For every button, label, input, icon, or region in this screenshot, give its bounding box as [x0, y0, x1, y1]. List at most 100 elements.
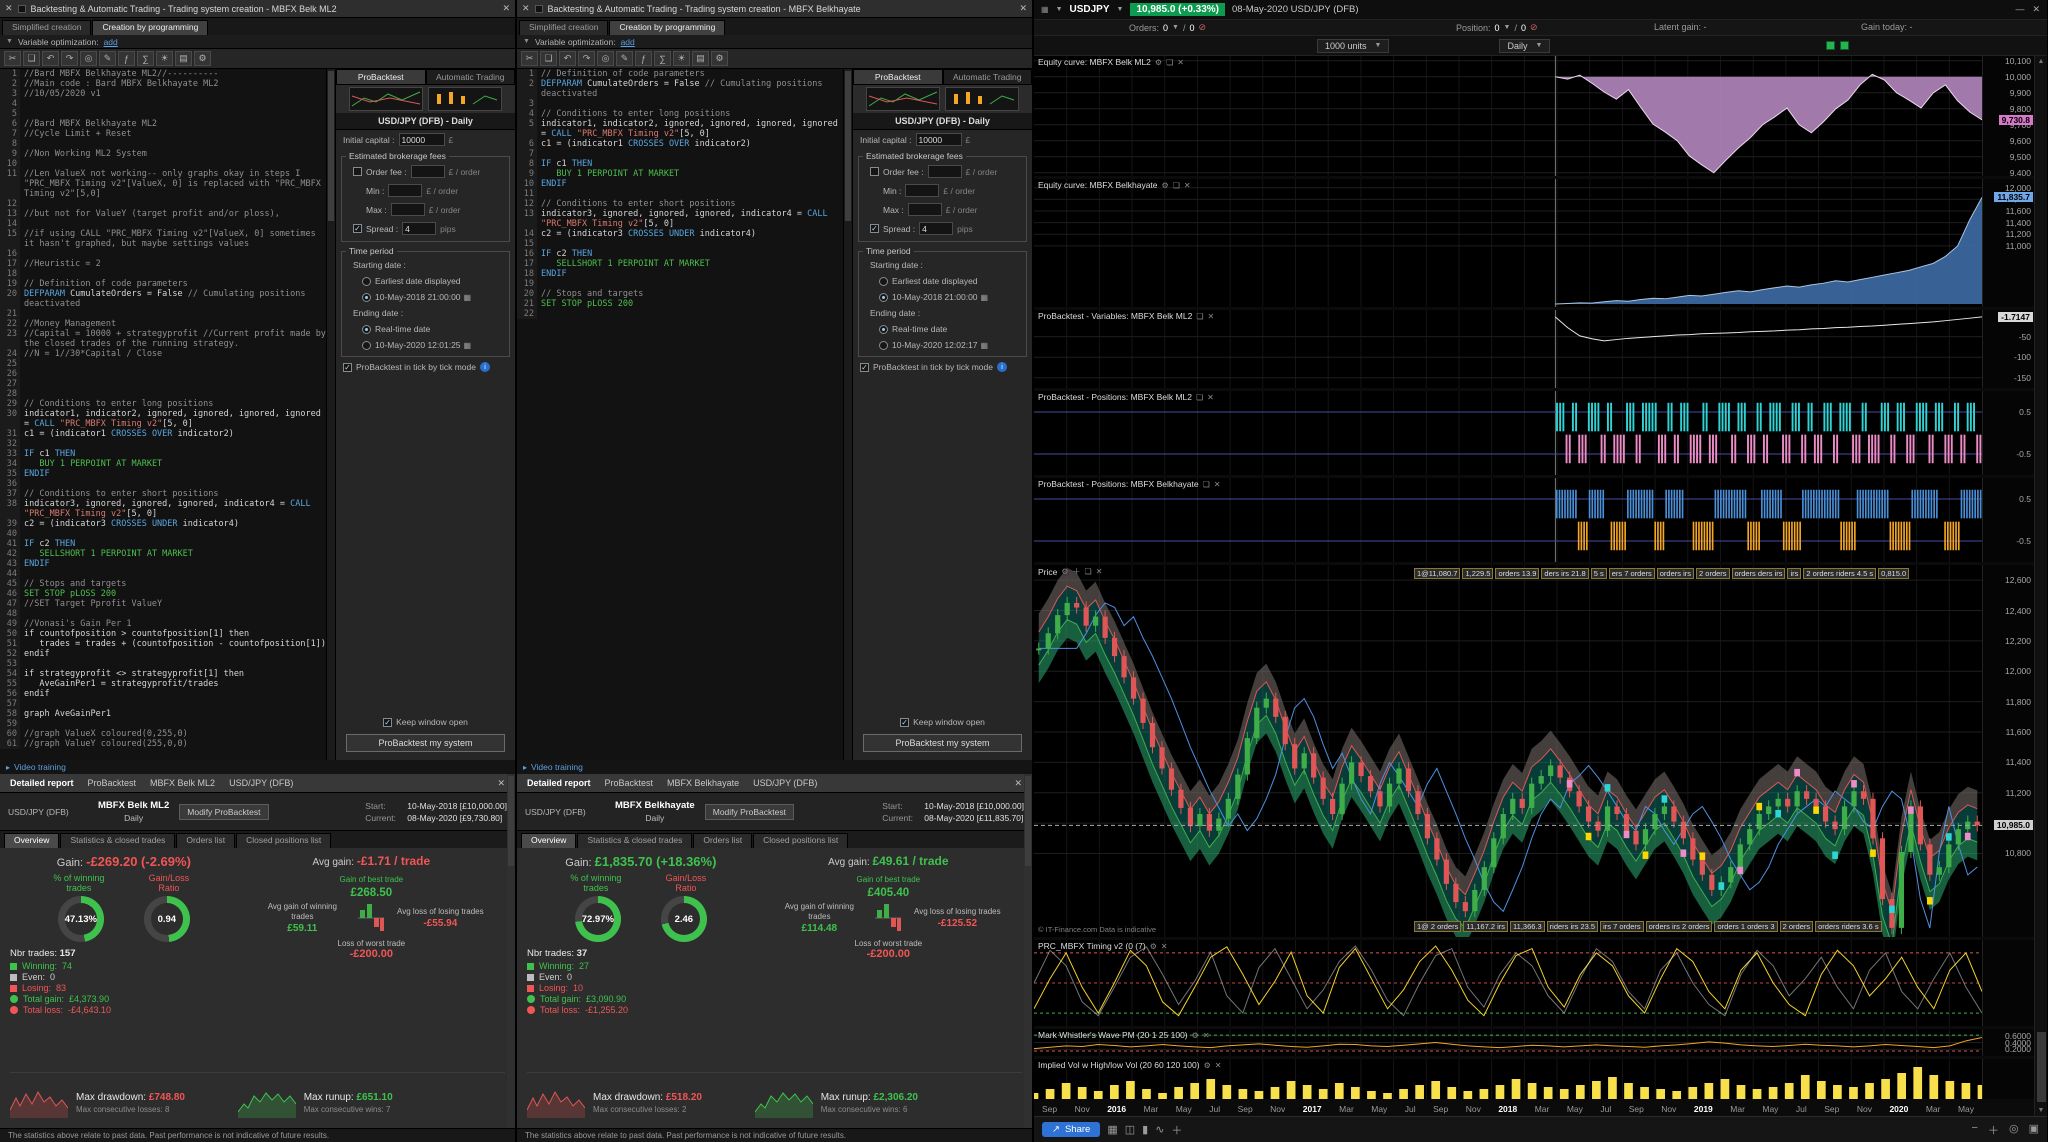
- close-icon[interactable]: ✕: [1096, 567, 1103, 576]
- order-annotation-chip[interactable]: riders irs 23.5: [1547, 921, 1598, 932]
- tab-closed-positions[interactable]: Closed positions list: [753, 833, 848, 848]
- units-select[interactable]: 1000 units▼: [1317, 39, 1389, 53]
- scroll-up-icon[interactable]: ▲: [2035, 58, 2047, 65]
- popup-icon[interactable]: ❏: [1196, 393, 1203, 402]
- editor-scrollbar[interactable]: [326, 69, 335, 760]
- variables-plot[interactable]: [1034, 310, 1982, 388]
- close-icon[interactable]: ✕: [1214, 480, 1221, 489]
- settings-icon[interactable]: ⚙: [1162, 181, 1169, 190]
- tick-mode-checkbox[interactable]: ✓: [343, 363, 352, 372]
- calendar-icon[interactable]: ▦: [464, 341, 472, 350]
- print-icon[interactable]: ▤: [692, 51, 709, 66]
- close-icon[interactable]: ✕: [522, 3, 530, 14]
- order-annotation-chip[interactable]: ders irs 21.8: [1541, 568, 1588, 579]
- popup-icon[interactable]: ❏: [1166, 58, 1173, 67]
- order-fee-input[interactable]: [411, 165, 445, 178]
- order-annotation-chip[interactable]: 2 orders: [1780, 921, 1814, 932]
- magnifier-icon[interactable]: ◎: [2009, 1122, 2019, 1138]
- chevron-down-icon[interactable]: ▼: [6, 38, 13, 45]
- initial-capital-input[interactable]: [399, 133, 445, 146]
- close-icon[interactable]: ✕: [1014, 778, 1022, 789]
- editor-scrollbar[interactable]: [843, 69, 852, 760]
- function-icon[interactable]: ƒ: [635, 51, 652, 66]
- redo-icon[interactable]: ↷: [61, 51, 78, 66]
- settings-icon[interactable]: ⚙: [194, 51, 211, 66]
- share-button[interactable]: ↗Share: [1042, 1122, 1100, 1137]
- price-axis[interactable]: 10,10010,0009,9009,8009,7009,6009,5009,4…: [1982, 56, 2034, 176]
- period-select[interactable]: Daily▼: [1499, 39, 1550, 53]
- cut-icon[interactable]: ✂: [4, 51, 21, 66]
- tab-probacktest[interactable]: ProBacktest: [853, 69, 943, 85]
- tab-statistics[interactable]: Statistics & closed trades: [60, 833, 175, 848]
- tab-automatic-trading[interactable]: Automatic Trading: [943, 69, 1033, 85]
- tab-overview[interactable]: Overview: [4, 833, 59, 848]
- edit-icon[interactable]: ✎: [616, 51, 633, 66]
- lightbulb-icon[interactable]: ☀: [156, 51, 173, 66]
- end-date-value[interactable]: 10-May-2020 12:02:17: [892, 340, 978, 350]
- time-axis[interactable]: SepNov2016MarMayJulSepNov2017MarMayJulSe…: [1034, 1102, 1982, 1116]
- min-fee-input[interactable]: [905, 184, 939, 197]
- spread-input[interactable]: [402, 222, 436, 235]
- order-annotation-chip[interactable]: 1,229.5: [1462, 568, 1493, 579]
- search-icon[interactable]: ◎: [80, 51, 97, 66]
- close-icon[interactable]: ✕: [1177, 58, 1184, 67]
- print-icon[interactable]: ▤: [175, 51, 192, 66]
- video-training-link[interactable]: Video training: [531, 762, 583, 772]
- calendar-icon[interactable]: ▦: [981, 293, 989, 302]
- video-training-link[interactable]: Video training: [14, 762, 66, 772]
- edit-icon[interactable]: ✎: [99, 51, 116, 66]
- report-scrollbar[interactable]: [1024, 774, 1032, 1128]
- keep-window-checkbox[interactable]: ✓: [383, 718, 392, 727]
- settings-icon[interactable]: ⚙: [1150, 942, 1157, 951]
- order-annotation-chip[interactable]: 1@11,080.7: [1414, 568, 1460, 579]
- keep-window-checkbox[interactable]: ✓: [900, 718, 909, 727]
- order-annotation-chip[interactable]: irs 7 orders: [1600, 921, 1644, 932]
- crosshair-icon[interactable]: ＋: [1171, 1122, 1182, 1138]
- max-fee-input[interactable]: [908, 203, 942, 216]
- price-axis[interactable]: 12,60012,40012,20012,00011,80011,60011,4…: [1982, 565, 2034, 937]
- scroll-down-icon[interactable]: ▼: [2035, 1107, 2047, 1114]
- start-date-value[interactable]: 10-May-2018 21:00:00: [375, 292, 461, 302]
- sum-icon[interactable]: ∑: [137, 51, 154, 66]
- close-icon[interactable]: ✕: [502, 3, 510, 14]
- settings-icon[interactable]: ⚙: [1204, 1061, 1211, 1070]
- price-axis[interactable]: 0.5-0.5: [1982, 391, 2034, 475]
- code-editor[interactable]: 1// Definition of code parameters2DEFPAR…: [517, 69, 843, 760]
- price-axis[interactable]: [1982, 1059, 2034, 1099]
- tab-closed-positions[interactable]: Closed positions list: [236, 833, 331, 848]
- close-icon[interactable]: ✕: [1207, 312, 1214, 321]
- close-icon[interactable]: ✕: [2032, 4, 2040, 15]
- green-indicator-button[interactable]: [1840, 41, 1849, 50]
- equity-ml2-plot[interactable]: [1034, 56, 1982, 176]
- close-icon[interactable]: ✕: [1203, 1031, 1210, 1040]
- chart-type-icon[interactable]: ◫: [1125, 1123, 1135, 1136]
- spread-checkbox[interactable]: ✓: [870, 224, 879, 233]
- report-scrollbar[interactable]: [507, 774, 515, 1128]
- lightbulb-icon[interactable]: ☀: [673, 51, 690, 66]
- order-annotation-chip[interactable]: 11,167.2 irs: [1463, 921, 1508, 932]
- order-fee-checkbox[interactable]: [870, 167, 879, 176]
- prc-plot[interactable]: [1034, 940, 1982, 1026]
- tab-probacktest[interactable]: ProBacktest: [336, 69, 426, 85]
- order-annotation-chip[interactable]: 2 orders riders 4.5 s: [1803, 568, 1876, 579]
- earliest-date-radio[interactable]: [879, 277, 888, 286]
- code-editor[interactable]: 1//Bard MBFX Belkhayate ML2//----------2…: [0, 69, 326, 760]
- spread-input[interactable]: [919, 222, 953, 235]
- tab-statistics[interactable]: Statistics & closed trades: [577, 833, 692, 848]
- close-icon[interactable]: ✕: [1019, 3, 1027, 14]
- tick-mode-checkbox[interactable]: ✓: [860, 363, 869, 372]
- green-indicator-button[interactable]: [1826, 41, 1835, 50]
- price-plot[interactable]: [1034, 565, 1982, 937]
- zoom-in-icon[interactable]: ＋: [1988, 1122, 1999, 1138]
- symbol-label[interactable]: USDJPY: [1070, 4, 1110, 15]
- close-icon[interactable]: ✕: [1215, 1061, 1222, 1070]
- earliest-date-radio[interactable]: [362, 277, 371, 286]
- close-icon[interactable]: ✕: [1161, 942, 1168, 951]
- price-axis[interactable]: 12,00011,80011,60011,40011,20011,00011,8…: [1982, 179, 2034, 307]
- tab-overview[interactable]: Overview: [521, 833, 576, 848]
- end-date-value[interactable]: 10-May-2020 12:01:25: [375, 340, 461, 350]
- price-axis[interactable]: [1982, 940, 2034, 1026]
- popup-icon[interactable]: ❏: [1196, 312, 1203, 321]
- chart-scrollbar[interactable]: ▲ ▼: [2034, 56, 2047, 1116]
- positions-belkhayate-plot[interactable]: [1034, 478, 1982, 562]
